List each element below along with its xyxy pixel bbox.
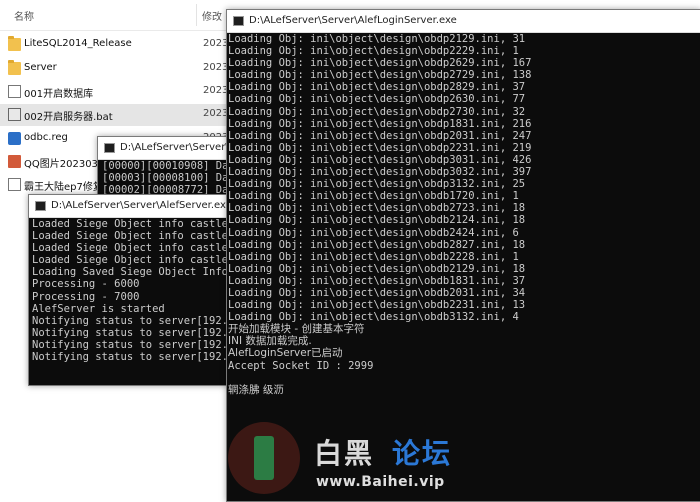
console-line: Loading Obj: ini\object\design\obdb3132.…: [228, 311, 519, 324]
console-line: Loading Obj: ini\object\design\obdb2424.…: [228, 226, 519, 239]
image-file-icon: [8, 155, 21, 168]
alef-server-output: Loaded Siege Object info castleI Loaded S…: [31, 218, 234, 385]
console-line: Loading Obj: ini\object\design\obdp2730.…: [228, 105, 526, 118]
console-line: Loading Obj: ini\object\design\obdb2228.…: [228, 250, 519, 263]
console-line: Loading Obj: ini\object\design\obdp2229.…: [228, 45, 519, 58]
console-line: Loading Obj: ini\object\design\obdp2630.…: [228, 93, 526, 106]
console-line: Loading Obj: ini\object\design\obdb1831.…: [228, 274, 526, 287]
console-line: INI 数据加载完成.: [228, 335, 312, 348]
watermark-brand-left: 白黑: [314, 437, 375, 470]
console-line: Loading Obj: ini\object\design\obdb2124.…: [228, 214, 526, 227]
console-line: Processing - 7000: [32, 290, 140, 303]
login-server-title: D:\ALefServer\Server\AlefLoginServer.exe: [249, 15, 457, 26]
console-line: Loading Obj: ini\object\design\obdp3032.…: [228, 166, 532, 179]
console-line: Loaded Siege Object info castleI: [32, 254, 234, 267]
file-date: 2023: [203, 85, 229, 96]
column-separator[interactable]: [196, 4, 197, 26]
console-line: Loading Saved Siege Object Info.: [32, 266, 234, 279]
console-line: 辋涤胇 级沥: [228, 383, 284, 396]
console-line: Loading Obj: ini\object\design\obdp2829.…: [228, 81, 526, 94]
file-date: 2023: [203, 108, 229, 119]
file-name: LiteSQL2014_Release: [24, 38, 132, 49]
console-line: Loaded Siege Object info castleI: [32, 230, 234, 243]
console-line: Loading Obj: ini\object\design\obdp1831.…: [228, 117, 532, 130]
registry-file-icon: [8, 132, 21, 145]
console-line: Loading Obj: ini\object\design\obdp3132.…: [228, 178, 526, 191]
console-line: Loading Obj: ini\object\design\obdb2827.…: [228, 238, 526, 251]
console-line: Loading Obj: ini\object\design\obdp2031.…: [228, 129, 532, 142]
file-date: 2023: [203, 38, 229, 49]
console-line: Loading Obj: ini\object\design\obdp3031.…: [228, 153, 532, 166]
file-name: odbc.reg: [24, 132, 68, 143]
column-header-name[interactable]: 名称: [14, 8, 34, 23]
console-line: 开始加载模块 - 创建基本字符: [228, 323, 365, 336]
console-line: Loading Obj: ini\object\design\obdb1720.…: [228, 190, 519, 203]
site-watermark: 白黑 论坛 www.Baihei.vip: [228, 418, 528, 498]
console-line: Loading Obj: ini\object\design\obdp2729.…: [228, 69, 532, 82]
watermark-brand-right: 论坛: [392, 437, 453, 470]
console-line: Notifying status to server[192.1: [32, 351, 234, 364]
console-line: Loaded Siege Object info castleI: [32, 242, 234, 255]
console-line: Notifying status to server[192.1: [32, 326, 234, 339]
file-date: 2023: [203, 62, 229, 73]
console-line: Loading Obj: ini\object\design\obdb2231.…: [228, 299, 526, 312]
console-line: Loading Obj: ini\object\design\obdp2629.…: [228, 57, 532, 70]
console-line: Loaded Siege Object info castleI: [32, 218, 234, 230]
watermark-logo-icon: [228, 422, 300, 494]
console-line: AlefServer is started: [32, 302, 165, 315]
watermark-url: www.Baihei.vip: [316, 474, 445, 490]
console-line: Loading Obj: ini\object\design\obdb2129.…: [228, 262, 526, 275]
console-app-icon: [35, 201, 46, 211]
console-line: Processing - 6000: [32, 278, 140, 291]
file-name: 002开启服务器.bat: [24, 112, 113, 123]
file-name: 001开启数据库: [24, 89, 94, 100]
folder-icon: [8, 36, 21, 51]
file-name: Server: [24, 62, 57, 73]
console-app-icon: [104, 143, 115, 153]
console-line: Loading Obj: ini\object\design\obdb2723.…: [228, 202, 526, 215]
document-icon: [8, 178, 21, 191]
document-icon: [8, 85, 21, 98]
alef-server-titlebar[interactable]: D:\ALefServer\Server\AlefServer.exe: [29, 195, 234, 218]
column-header-modified[interactable]: 修改: [202, 8, 222, 23]
batch-file-icon: [8, 108, 21, 121]
console-line: Loading Obj: ini\object\design\obdp2231.…: [228, 141, 532, 154]
alef-server-title: D:\ALefServer\Server\AlefServer.exe: [51, 200, 232, 211]
login-server-titlebar[interactable]: D:\ALefServer\Server\AlefLoginServer.exe: [227, 10, 700, 33]
console-app-icon: [233, 16, 244, 26]
console-line: Notifying status to server[192.1: [32, 314, 234, 327]
console-line: Loading Obj: ini\object\design\obdp2129.…: [228, 33, 526, 45]
console-line: AlefLoginServer已启动: [228, 347, 343, 360]
alef-server-window[interactable]: D:\ALefServer\Server\AlefServer.exe Load…: [28, 194, 235, 386]
console-line: Notifying status to server[192.1: [32, 338, 234, 351]
console-line: Accept Socket ID : 2999: [228, 359, 374, 372]
folder-icon: [8, 60, 21, 75]
console-line: Loading Obj: ini\object\design\obdb2031.…: [228, 286, 526, 299]
